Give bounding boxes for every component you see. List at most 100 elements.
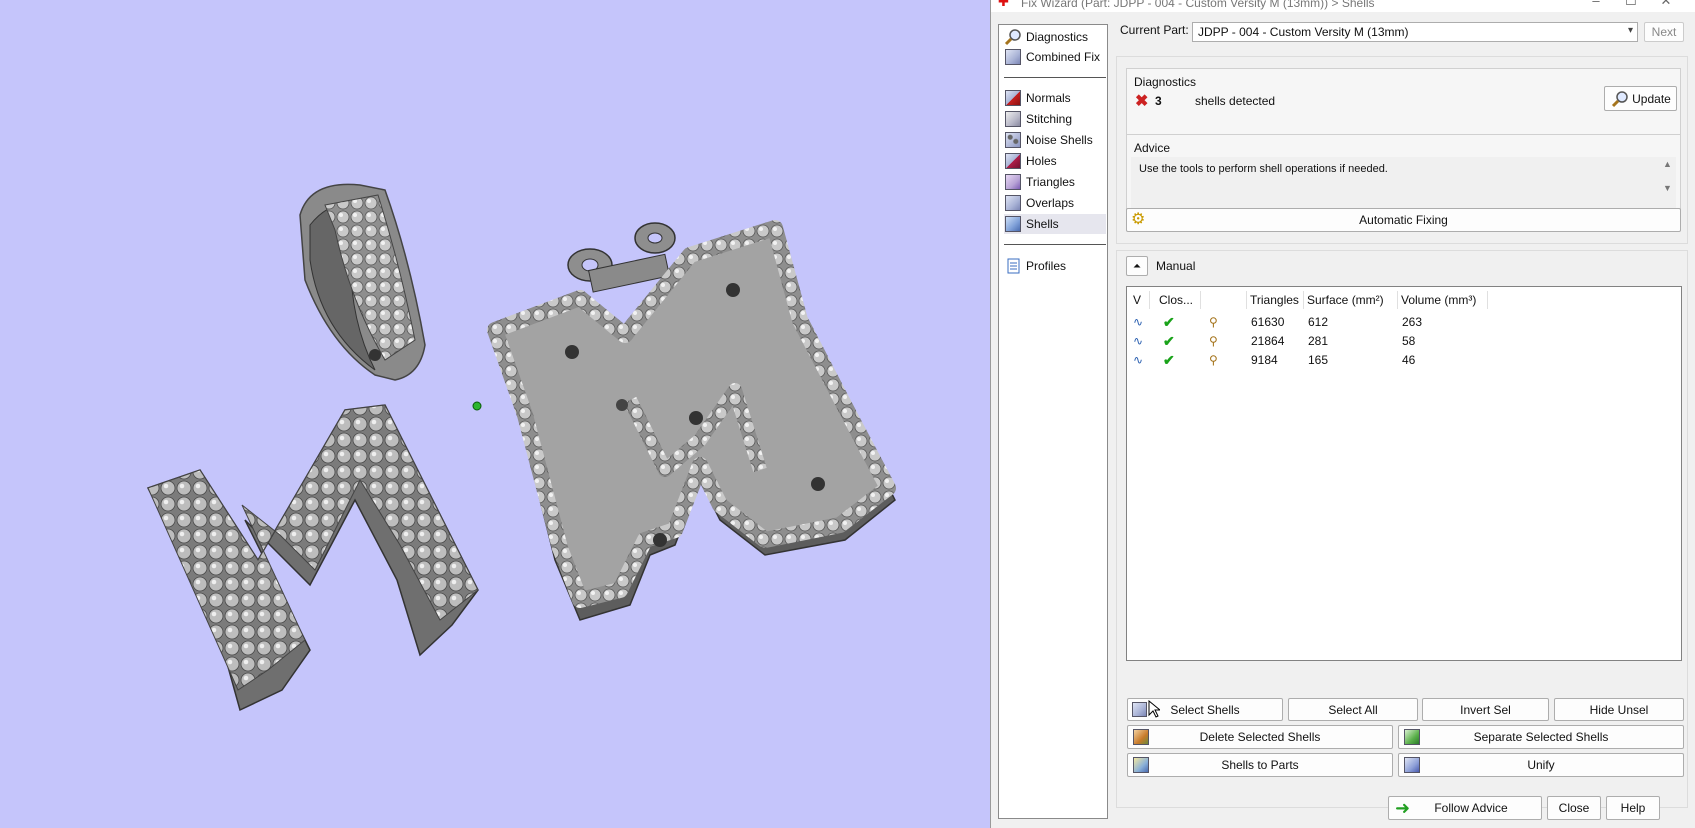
update-button[interactable]: Update — [1604, 86, 1677, 111]
col-visible[interactable]: V — [1130, 291, 1150, 309]
right-letter-m — [487, 220, 896, 621]
separate-selected-label: Separate Selected Shells — [1473, 730, 1609, 744]
diagnostics-status: shells detected — [1195, 94, 1276, 108]
stitching-icon — [1004, 110, 1022, 128]
col-closed[interactable]: Clos... — [1156, 291, 1201, 309]
advice-text: Use the tools to perform shell operation… — [1139, 163, 1388, 175]
table-row[interactable]: ∿ ✔ ⚲ 9184 165 46 — [1127, 351, 1681, 369]
close-window-button[interactable]: ✕ — [1651, 0, 1681, 10]
shell-count: 3 — [1155, 94, 1162, 108]
hide-unsel-button[interactable]: Hide Unsel — [1554, 698, 1684, 721]
nav-divider — [1004, 77, 1106, 78]
collapse-manual-button[interactable]: ⏶ — [1126, 256, 1148, 276]
nav-item-noise-shells[interactable]: Noise Shells — [1004, 130, 1106, 150]
magnifier-icon — [1004, 28, 1022, 46]
nav-item-profiles[interactable]: Profiles — [1004, 256, 1106, 276]
model-render — [146, 183, 896, 712]
cell-volume: 263 — [1402, 315, 1423, 329]
shells-icon — [1004, 215, 1022, 233]
scroll-down-icon[interactable]: ▼ — [1663, 183, 1672, 193]
zoom-shell-icon[interactable]: ⚲ — [1209, 332, 1218, 350]
col-action[interactable] — [1202, 291, 1247, 309]
table-row[interactable]: ∿ ✔ ⚲ 61630 612 263 — [1127, 313, 1681, 331]
nav-label: Combined Fix — [1026, 50, 1101, 64]
triangles-icon — [1004, 173, 1022, 191]
window-title: Fix Wizard (Part: JDPP - 004 - Custom Ve… — [1021, 0, 1375, 10]
unify-icon — [1403, 756, 1423, 774]
nav-item-shells[interactable]: Shells — [1004, 214, 1106, 234]
table-row[interactable]: ∿ ✔ ⚲ 21864 281 58 — [1127, 332, 1681, 350]
nav-label: Diagnostics — [1026, 30, 1089, 44]
follow-advice-label: Follow Advice — [1434, 801, 1508, 815]
separate-selected-shells-button[interactable]: Separate Selected Shells — [1398, 725, 1684, 749]
3d-viewport[interactable] — [0, 0, 990, 828]
cell-volume: 46 — [1402, 353, 1416, 367]
zoom-shell-icon[interactable]: ⚲ — [1209, 313, 1218, 331]
green-arrow-icon: ➜ — [1395, 798, 1411, 818]
invert-sel-button[interactable]: Invert Sel — [1422, 698, 1549, 721]
close-button[interactable]: Close — [1547, 796, 1601, 820]
nav-label: Overlaps — [1026, 196, 1075, 210]
nav-item-stitching[interactable]: Stitching — [1004, 109, 1106, 129]
nav-label: Triangles — [1026, 175, 1075, 189]
profiles-icon — [1004, 257, 1022, 275]
automatic-fixing-label: Automatic Fixing — [1359, 213, 1448, 227]
advice-textarea[interactable]: Use the tools to perform shell operation… — [1131, 157, 1676, 215]
zoom-shell-icon[interactable]: ⚲ — [1209, 351, 1218, 369]
nav-label: Noise Shells — [1026, 133, 1093, 147]
cell-surface: 165 — [1308, 353, 1329, 367]
visibility-icon[interactable]: ∿ — [1133, 351, 1143, 369]
automatic-fixing-button[interactable]: ⚙ Automatic Fixing — [1126, 208, 1681, 232]
delete-selected-shells-button[interactable]: Delete Selected Shells — [1127, 725, 1393, 749]
select-all-button[interactable]: Select All — [1288, 698, 1418, 721]
closed-check-icon: ✔ — [1163, 332, 1175, 349]
holes-icon — [1004, 152, 1022, 170]
help-button[interactable]: Help — [1606, 796, 1660, 820]
magnifier-icon — [1611, 90, 1631, 108]
nav-item-overlaps[interactable]: Overlaps — [1004, 193, 1106, 213]
separate-shells-icon — [1403, 728, 1423, 746]
app-icon: ✚ — [998, 0, 1009, 9]
cell-triangles: 61630 — [1251, 315, 1285, 329]
visibility-icon[interactable]: ∿ — [1133, 313, 1143, 331]
advice-title: Advice — [1134, 141, 1171, 155]
shells-table[interactable]: V Clos... Triangles Surface (mm²) Volume… — [1126, 286, 1682, 661]
col-volume[interactable]: Volume (mm³) — [1398, 291, 1488, 309]
visibility-icon[interactable]: ∿ — [1133, 332, 1143, 350]
cell-triangles: 9184 — [1251, 353, 1278, 367]
noise-shells-icon — [1004, 131, 1022, 149]
unify-label: Unify — [1527, 758, 1555, 772]
overlaps-icon — [1004, 194, 1022, 212]
nav-label: Profiles — [1026, 259, 1067, 273]
diagnostics-title: Diagnostics — [1134, 75, 1197, 89]
gears-icon: ⚙ — [1131, 211, 1146, 228]
select-shells-label: Select Shells — [1170, 702, 1240, 717]
next-part-button[interactable]: Next — [1644, 22, 1684, 42]
nav-divider — [1004, 244, 1106, 245]
cell-volume: 58 — [1402, 334, 1416, 348]
nav-label: Normals — [1026, 91, 1071, 105]
closed-check-icon: ✔ — [1163, 351, 1175, 368]
shells-to-parts-button[interactable]: Shells to Parts — [1127, 753, 1393, 777]
diagnostics-box: Diagnostics ✖ 3 shells detected Update — [1126, 68, 1681, 138]
nav-label: Stitching — [1026, 112, 1073, 126]
nav-item-combined-fix[interactable]: Combined Fix — [1004, 47, 1106, 67]
maximize-button[interactable]: ☐ — [1616, 0, 1646, 10]
current-part-select[interactable]: JDPP - 004 - Custom Versity M (13mm) ▾ — [1192, 22, 1638, 42]
col-triangles[interactable]: Triangles — [1247, 291, 1304, 309]
scroll-up-icon[interactable]: ▲ — [1663, 159, 1672, 169]
nav-item-diagnostics[interactable]: Diagnostics — [1004, 27, 1106, 47]
error-x-icon: ✖ — [1135, 93, 1149, 110]
nav-item-holes[interactable]: Holes — [1004, 151, 1106, 171]
nav-item-normals[interactable]: Normals — [1004, 88, 1106, 108]
shells-to-parts-label: Shells to Parts — [1221, 758, 1299, 772]
chevron-down-icon: ▾ — [1627, 25, 1633, 36]
manual-label: Manual — [1156, 259, 1196, 273]
nav-item-triangles[interactable]: Triangles — [1004, 172, 1106, 192]
unify-button[interactable]: Unify — [1398, 753, 1684, 777]
update-label: Update — [1632, 91, 1671, 106]
col-surface[interactable]: Surface (mm²) — [1304, 291, 1398, 309]
follow-advice-button[interactable]: ➜ Follow Advice — [1388, 796, 1542, 820]
current-part-label: Current Part: — [1120, 23, 1189, 37]
minimize-button[interactable]: – — [1581, 0, 1611, 10]
